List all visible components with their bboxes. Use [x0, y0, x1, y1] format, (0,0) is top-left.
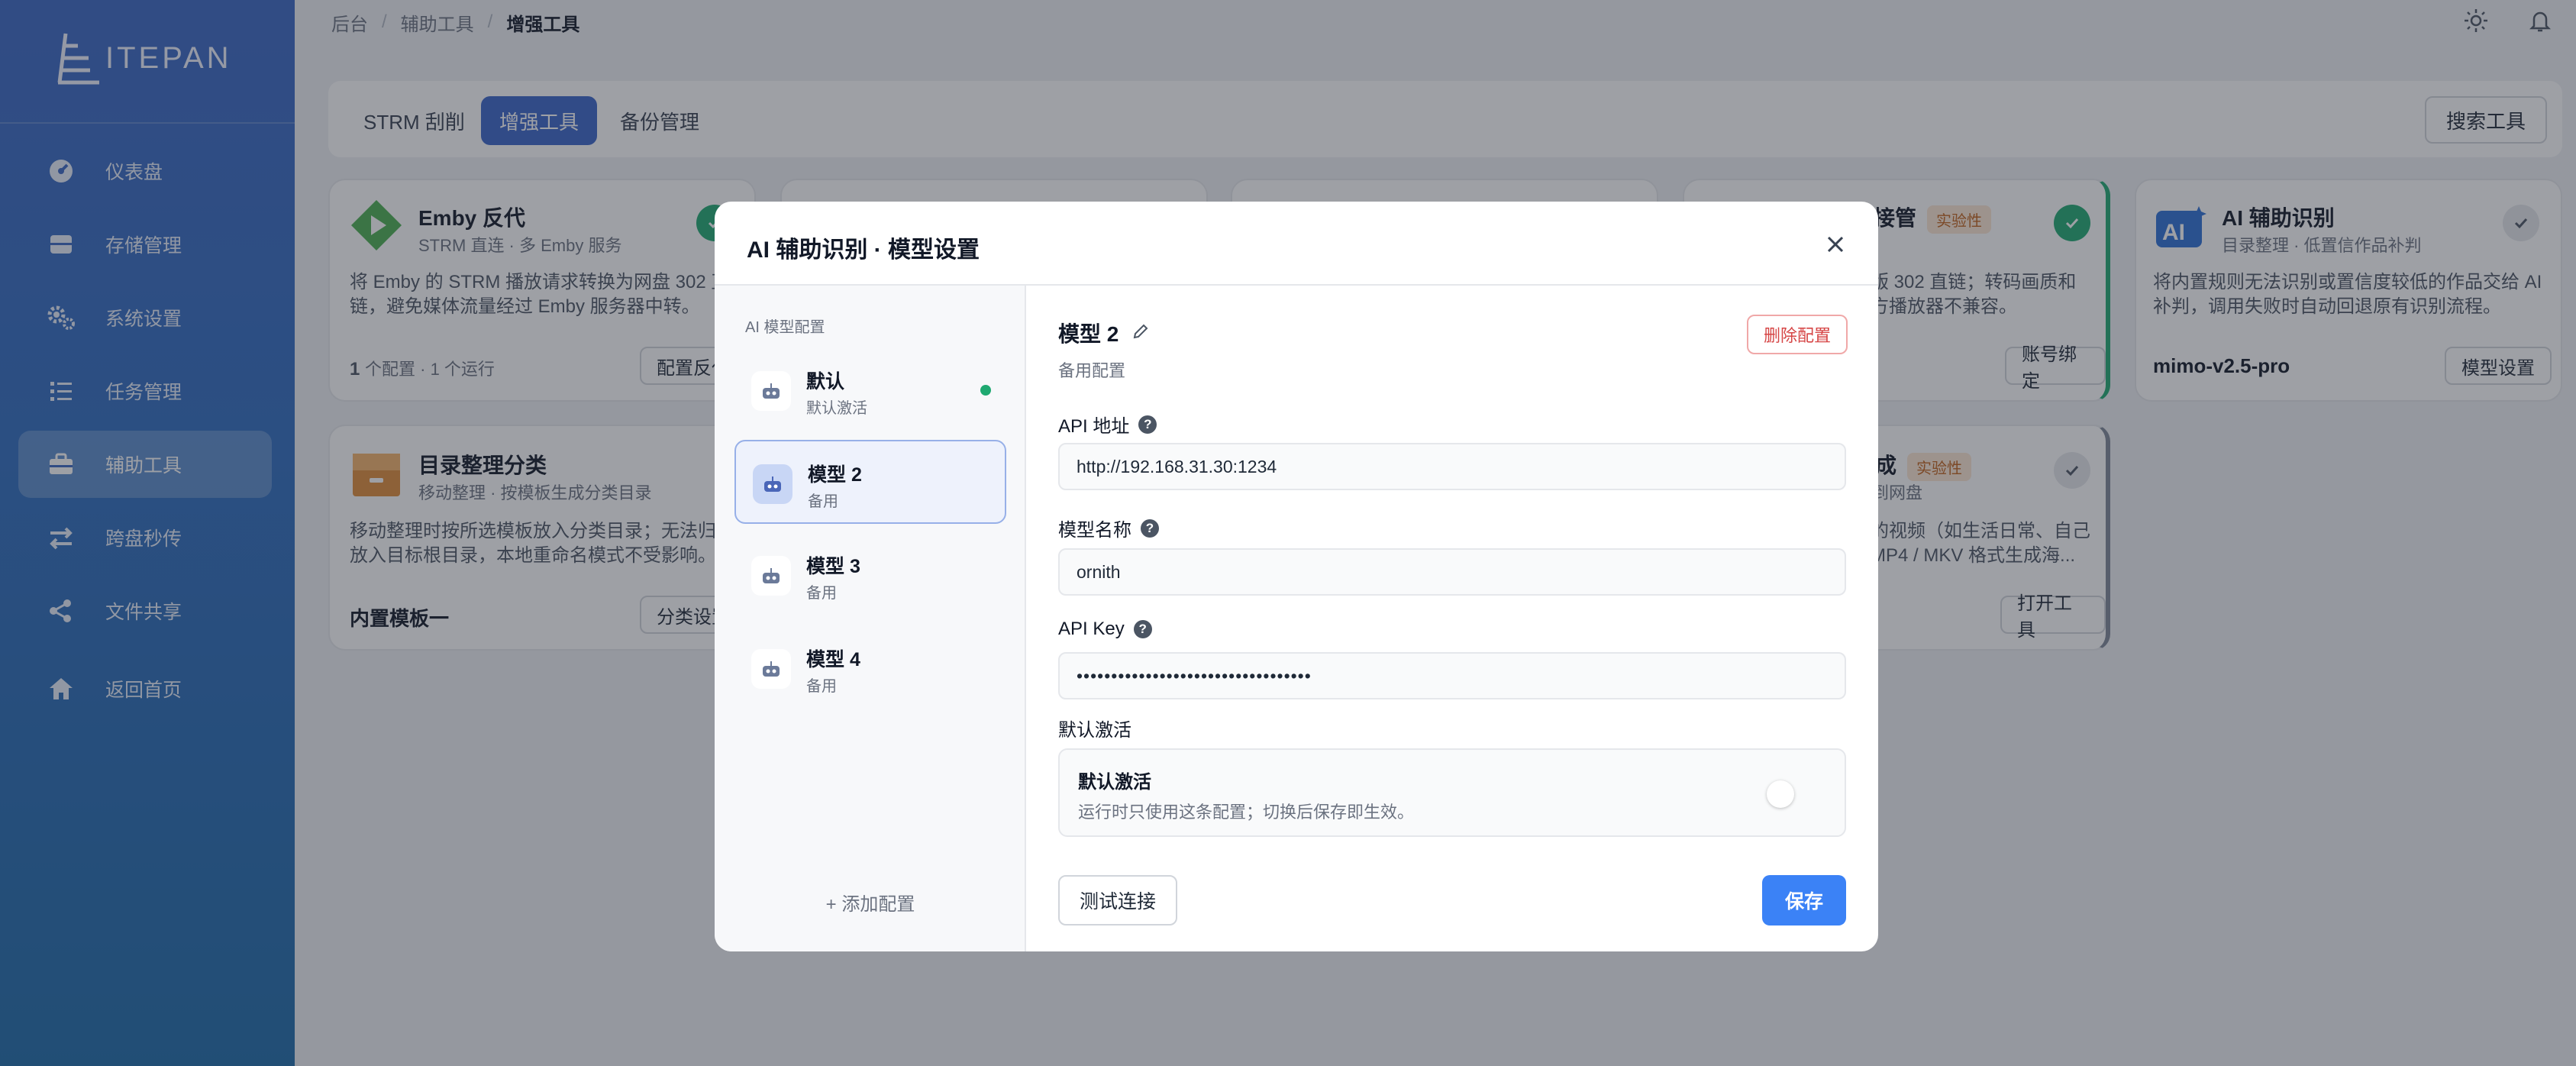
robot-icon	[751, 556, 791, 596]
model-status: 备用	[806, 678, 837, 695]
save-button[interactable]: 保存	[1761, 875, 1846, 925]
help-icon[interactable]: ?	[1133, 620, 1152, 638]
model-settings-dialog: AI 辅助识别 · 模型设置 AI 模型配置 默认 默认激活 模型 2 备用 模…	[715, 202, 1878, 951]
toggle-title: 默认激活	[1078, 772, 1151, 793]
api-key-label: API Key ?	[1058, 619, 1152, 640]
model-status: 备用	[806, 585, 837, 602]
model-item-2[interactable]: 模型 2 备用	[734, 440, 1006, 524]
close-icon[interactable]	[1823, 232, 1848, 257]
robot-icon	[751, 649, 791, 689]
toggle-description: 运行时只使用这条配置；切换后保存即生效。	[1078, 803, 1415, 822]
default-active-toggle[interactable]	[1761, 777, 1822, 811]
model-config-list: AI 模型配置 默认 默认激活 模型 2 备用 模型 3 备用 模型 4 备用 …	[715, 286, 1026, 951]
help-icon[interactable]: ?	[1141, 518, 1159, 538]
model-detail-title: 模型 2	[1058, 318, 1149, 348]
model-config-label: AI 模型配置	[745, 319, 825, 336]
model-item-3[interactable]: 模型 3 备用	[734, 533, 1006, 617]
api-key-input[interactable]: ••••••••••••••••••••••••••••••••••	[1058, 652, 1846, 699]
active-dot	[980, 385, 991, 396]
model-name: 默认	[806, 371, 845, 392]
add-config-button[interactable]: + 添加配置	[715, 889, 1026, 916]
api-url-label: API 地址 ?	[1058, 411, 1157, 438]
dialog-title: AI 辅助识别 · 模型设置	[747, 237, 980, 263]
default-active-setting: 默认激活 运行时只使用这条配置；切换后保存即生效。	[1058, 748, 1846, 837]
model-item-default[interactable]: 默认 默认激活	[734, 348, 1006, 432]
edit-pencil-icon[interactable]	[1132, 321, 1149, 345]
model-name: 模型 2	[808, 464, 862, 486]
model-detail-subtitle: 备用配置	[1058, 361, 1126, 380]
test-connection-button[interactable]: 测试连接	[1058, 875, 1178, 925]
help-icon[interactable]: ?	[1138, 415, 1157, 434]
model-item-4[interactable]: 模型 4 备用	[734, 626, 1006, 710]
model-status: 备用	[808, 493, 838, 510]
dialog-header: AI 辅助识别 · 模型设置	[715, 202, 1878, 286]
model-status: 默认激活	[806, 400, 867, 417]
api-url-input[interactable]: http://192.168.31.30:1234	[1058, 443, 1846, 490]
model-name: 模型 3	[806, 556, 860, 577]
robot-icon	[753, 464, 792, 504]
model-detail-form: 模型 2 备用配置 删除配置 API 地址 ? http://192.168.3…	[1026, 286, 1878, 951]
model-name-input[interactable]: ornith	[1058, 548, 1846, 596]
robot-icon	[751, 371, 791, 411]
model-name: 模型 4	[806, 649, 860, 670]
delete-config-button[interactable]: 删除配置	[1746, 315, 1848, 354]
default-active-label: 默认激活	[1058, 720, 1131, 741]
toggle-knob	[1767, 780, 1794, 808]
model-name-label: 模型名称 ?	[1058, 515, 1159, 541]
